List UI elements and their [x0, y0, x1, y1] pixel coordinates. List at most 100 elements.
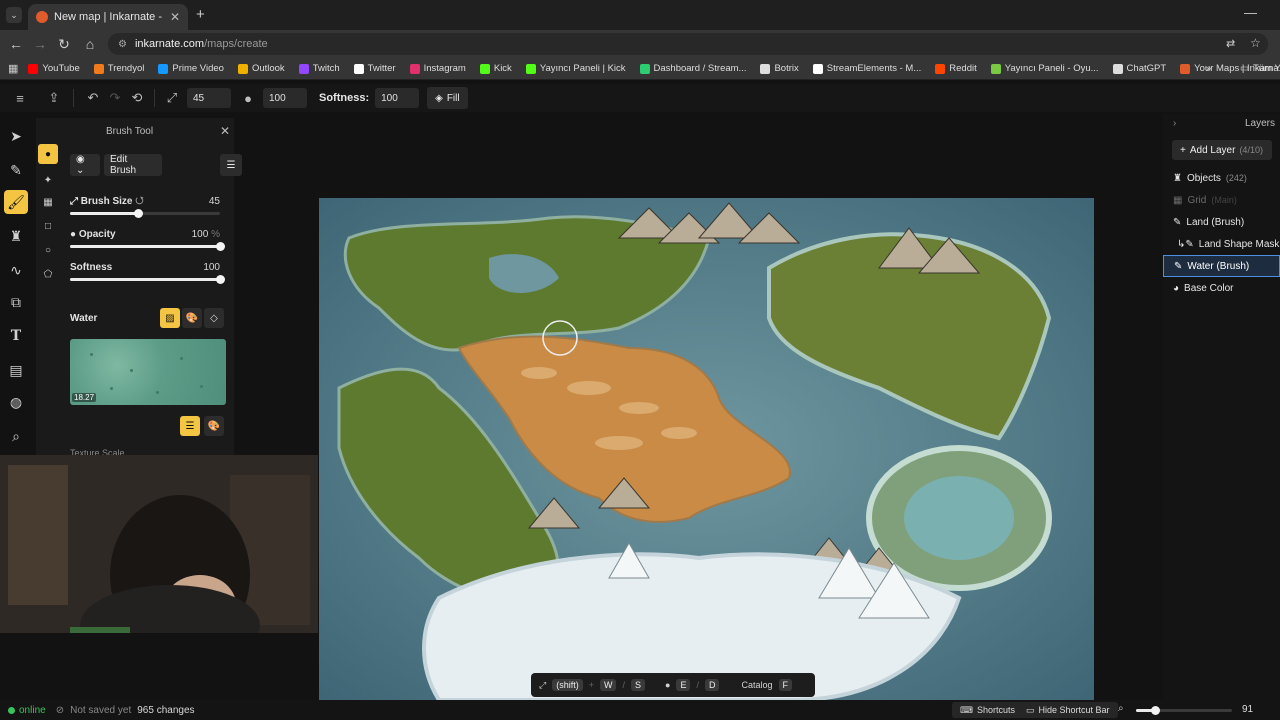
- bookmark-item[interactable]: Twitter: [353, 63, 396, 74]
- bookmark-item[interactable]: Botrix: [760, 63, 799, 74]
- ring-brush-shape-icon[interactable]: ○: [38, 240, 58, 260]
- edit-brush-row: ◉ ⌄ Edit Brush ☰: [70, 154, 242, 176]
- pentagon-brush-shape-icon[interactable]: ⬠: [38, 264, 58, 284]
- texture-eraser-icon[interactable]: ◇: [204, 308, 224, 328]
- bookmark-item[interactable]: Twitch: [298, 63, 340, 74]
- stamp-tool-icon[interactable]: ♜: [4, 224, 28, 248]
- minimize-window-icon[interactable]: —: [1244, 5, 1257, 20]
- more-bookmarks-icon[interactable]: »: [1206, 63, 1211, 74]
- collapse-panel-icon[interactable]: ›: [1173, 118, 1176, 129]
- undo-icon[interactable]: ↶: [82, 90, 104, 106]
- reset-icon[interactable]: ↺: [135, 196, 143, 207]
- toolbar-opacity-input[interactable]: 100: [263, 88, 307, 108]
- texture-palette-icon[interactable]: 🎨: [182, 308, 202, 328]
- mask-child-icon: ↳✎: [1177, 238, 1194, 250]
- site-info-icon[interactable]: ⚙: [118, 39, 127, 50]
- opacity-knob[interactable]: [216, 242, 225, 251]
- url-field[interactable]: ⚙ inkarnate.com/maps/create: [108, 33, 1268, 55]
- map-canvas[interactable]: [319, 198, 1094, 700]
- brush-settings-icon[interactable]: ☰: [220, 154, 242, 176]
- texture-pattern-icon[interactable]: ▨: [160, 308, 180, 328]
- opacity-slider[interactable]: ● Opacity 100 %: [70, 229, 226, 259]
- select-arrow-icon[interactable]: ➤: [4, 124, 28, 148]
- export-icon[interactable]: ⇪: [43, 90, 65, 106]
- brush-preset-dropdown[interactable]: ◉ ⌄: [70, 154, 100, 176]
- water-texture-preview[interactable]: 18.27: [70, 339, 226, 405]
- grid-brush-shape-icon[interactable]: ▦: [38, 192, 58, 212]
- layer-objects[interactable]: ♜ Objects (242): [1163, 167, 1280, 189]
- browser-tab-active[interactable]: New map | Inkarnate - Create F ✕: [28, 4, 188, 30]
- shapes-tool-icon[interactable]: ⧉: [4, 290, 28, 314]
- bookmark-item[interactable]: ChatGPT: [1112, 63, 1166, 74]
- add-layer-button[interactable]: + Add Layer (4/10): [1172, 140, 1272, 160]
- bookmark-favicon-icon: [1112, 63, 1123, 74]
- bookmarks-bar: ▦ YouTube Trendyol Prime Video Outlook Twitc…: [0, 58, 1280, 80]
- eyedropper-icon[interactable]: ✎: [4, 158, 28, 182]
- bookmark-item[interactable]: Dashboard / Stream...: [639, 63, 747, 74]
- zoom-tool-icon[interactable]: ⌕: [4, 424, 28, 448]
- inkarnate-favicon-icon: [36, 11, 48, 23]
- f-key: F: [778, 679, 792, 691]
- edit-brush-button[interactable]: Edit Brush: [104, 154, 162, 176]
- reload-icon[interactable]: ↻: [56, 36, 72, 52]
- forward-arrow-icon[interactable]: →: [32, 36, 48, 52]
- close-tab-icon[interactable]: ✕: [170, 10, 180, 24]
- bookmark-favicon-icon: [639, 63, 650, 74]
- toolbar-size-input[interactable]: 45: [187, 88, 231, 108]
- brush-size-slider[interactable]: ⤢ Brush Size ↺ 45: [70, 196, 226, 226]
- bookmark-item[interactable]: Yayıncı Paneli - Oyu...: [990, 63, 1099, 74]
- notes-tool-icon[interactable]: ▤: [4, 358, 28, 382]
- square-brush-shape-icon[interactable]: □: [38, 216, 58, 236]
- opacity-label: ● Opacity: [70, 229, 116, 240]
- close-panel-icon[interactable]: ✕: [220, 124, 230, 138]
- fill-button[interactable]: ◈ Fill: [427, 87, 468, 109]
- zoom-slider[interactable]: [1136, 706, 1232, 715]
- circle-brush-shape-icon[interactable]: ●: [38, 144, 58, 164]
- layer-grid[interactable]: ▦ Grid (Main): [1163, 189, 1280, 211]
- brush-tool-icon[interactable]: 🖌: [4, 190, 28, 214]
- bookmark-item[interactable]: YouTube: [28, 63, 80, 74]
- bookmark-item[interactable]: Reddit: [935, 63, 977, 74]
- fill-label: Fill: [446, 92, 460, 104]
- bookmark-label: Twitter: [367, 63, 396, 74]
- translate-icon[interactable]: ⇄: [1226, 37, 1235, 50]
- brush-icon: ✎: [1174, 260, 1183, 272]
- tab-search-icon[interactable]: ⌄: [6, 7, 22, 23]
- bookmark-item[interactable]: StreamElements - M...: [812, 63, 921, 74]
- hide-shortcut-bar-button[interactable]: ▭ Hide Shortcut Bar: [1018, 702, 1118, 718]
- bookmark-item[interactable]: Outlook: [237, 63, 285, 74]
- history-icon[interactable]: ⟲: [126, 90, 148, 106]
- layer-land-brush[interactable]: ✎ Land (Brush): [1163, 211, 1280, 233]
- bookmark-item[interactable]: Instagram: [409, 63, 466, 74]
- bookmark-item[interactable]: Kick: [479, 63, 512, 74]
- brush-size-knob[interactable]: [133, 209, 143, 218]
- menu-icon[interactable]: ≡: [9, 91, 31, 106]
- bookmark-label: Prime Video: [172, 63, 224, 74]
- bookmark-star-icon[interactable]: ☆: [1250, 36, 1261, 50]
- texture-adjust-icon[interactable]: ☰: [180, 416, 200, 436]
- bookmark-item[interactable]: Trendyol: [93, 63, 144, 74]
- all-bookmarks-folder[interactable]: ▭ Tüm Y: [1240, 63, 1280, 74]
- softness-knob[interactable]: [216, 275, 225, 284]
- layer-base-color[interactable]: ◕ Base Color: [1163, 277, 1280, 299]
- new-tab-icon[interactable]: +: [196, 6, 205, 23]
- bookmark-item[interactable]: Prime Video: [158, 63, 224, 74]
- softness-slider[interactable]: Softness 100: [70, 262, 226, 292]
- text-tool-icon[interactable]: T: [4, 324, 28, 348]
- toolbar-softness-input[interactable]: 100: [375, 88, 420, 108]
- apps-grid-icon[interactable]: ▦: [8, 62, 18, 75]
- layer-water-brush[interactable]: ✎ Water (Brush): [1163, 255, 1280, 277]
- path-tool-icon[interactable]: ∿: [4, 258, 28, 282]
- layer-land-shape-mask[interactable]: ↳✎ Land Shape Mask: [1163, 233, 1280, 255]
- redo-icon[interactable]: ↷: [104, 90, 126, 106]
- add-layer-label: Add Layer: [1189, 144, 1236, 156]
- zoom-knob[interactable]: [1151, 706, 1161, 715]
- splat-brush-shape-icon[interactable]: ✦: [38, 170, 58, 190]
- shortcuts-button[interactable]: ⌨ Shortcuts: [952, 702, 1024, 718]
- texture-color-icon[interactable]: 🎨: [204, 416, 224, 436]
- home-icon[interactable]: ⌂: [82, 36, 98, 52]
- back-arrow-icon[interactable]: ←: [8, 36, 24, 52]
- globe-tool-icon[interactable]: ◍: [4, 390, 28, 414]
- bookmark-label: Dashboard / Stream...: [653, 63, 747, 74]
- bookmark-item[interactable]: Yayıncı Paneli | Kick: [525, 63, 626, 74]
